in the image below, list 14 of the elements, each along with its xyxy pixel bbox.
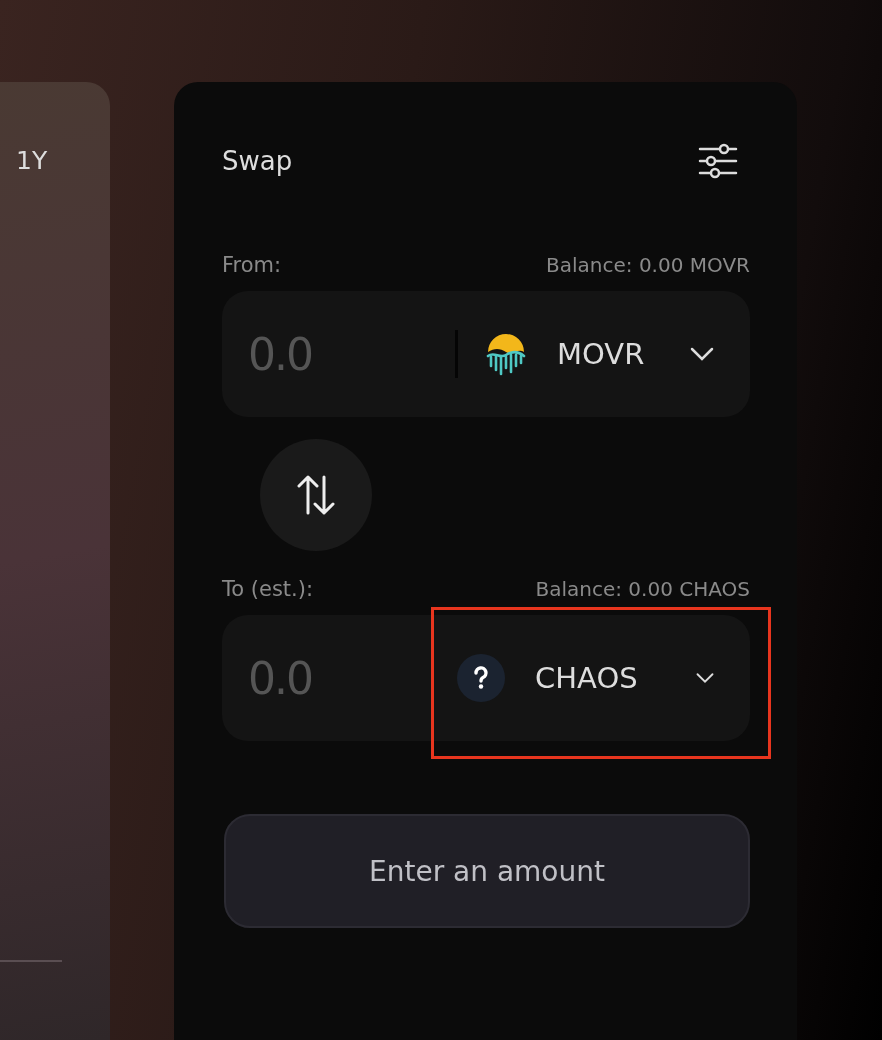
chevron-down-icon (696, 671, 714, 685)
chevron-down-icon (690, 347, 714, 361)
period-tab[interactable]: 1Y (16, 146, 48, 175)
settings-icon[interactable] (698, 143, 738, 179)
field-label: From: (222, 253, 282, 277)
field-label: To (est.): (222, 577, 313, 601)
amount-input[interactable]: 0.0 (246, 327, 430, 381)
question-mark-icon (457, 654, 505, 702)
amount-input[interactable]: 0.0 (246, 651, 430, 705)
token-selector[interactable]: MOVR (458, 291, 750, 417)
balance-text: Balance: 0.00 MOVR (546, 253, 750, 277)
balance-text: Balance: 0.00 CHAOS (535, 577, 750, 601)
token-selector[interactable]: CHAOS (430, 615, 750, 741)
swap-title: Swap (222, 146, 293, 176)
